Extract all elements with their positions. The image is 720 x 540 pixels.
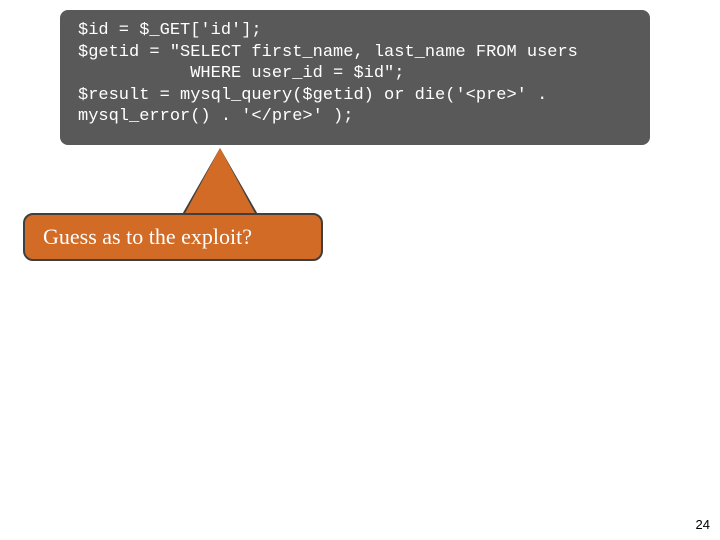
callout-text: Guess as to the exploit? — [43, 224, 252, 250]
code-snippet: $id = $_GET['id']; $getid = "SELECT firs… — [78, 20, 632, 128]
callout-pointer-fill — [183, 148, 257, 217]
callout-box: Guess as to the exploit? — [23, 213, 323, 261]
page-number: 24 — [696, 517, 710, 532]
code-box: $id = $_GET['id']; $getid = "SELECT firs… — [60, 10, 650, 145]
